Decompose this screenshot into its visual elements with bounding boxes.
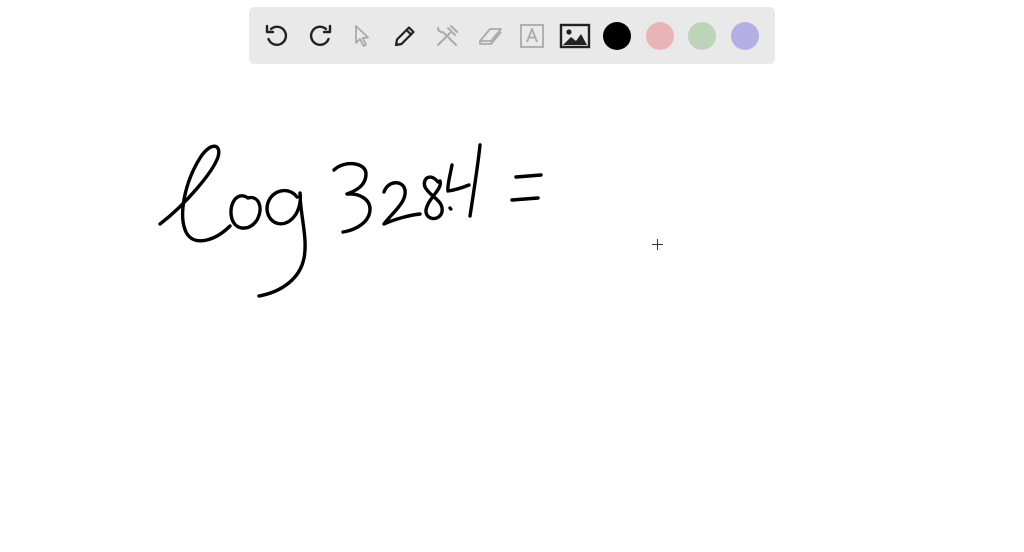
ink-letter-l (158, 144, 232, 243)
undo-button[interactable] (256, 14, 299, 58)
tools-button[interactable] (426, 14, 469, 58)
redo-icon (309, 24, 331, 46)
image-icon (559, 23, 590, 48)
eraser-icon (478, 27, 502, 45)
ink-letter-o (229, 194, 262, 230)
tools-icon (437, 24, 459, 46)
whiteboard-canvas[interactable] (0, 0, 1024, 552)
select-button[interactable] (341, 14, 384, 58)
ink-digit-4-stem (468, 143, 482, 218)
ink-digit-3 (332, 162, 372, 234)
ink-digit-2 (382, 181, 422, 226)
ink-digit-8 (422, 175, 444, 221)
color-green-button[interactable] (681, 14, 724, 58)
ink-letter-g (257, 188, 307, 298)
color-swatch-black (603, 21, 632, 50)
ink-dot (448, 206, 453, 211)
pen-icon (394, 25, 415, 46)
select-pointer-icon (355, 24, 370, 47)
color-swatch-green (688, 21, 717, 50)
redo-button[interactable] (299, 14, 342, 58)
pen-button[interactable] (384, 14, 427, 58)
ink-equals-bottom (510, 196, 540, 202)
ink-digit-4 (446, 163, 471, 193)
color-red-button[interactable] (639, 14, 682, 58)
drawing-toolbar (249, 7, 775, 64)
color-purple-button[interactable] (724, 14, 767, 58)
text-button[interactable] (511, 14, 554, 58)
text-box-icon (520, 23, 545, 48)
undo-icon (266, 24, 288, 46)
eraser-button[interactable] (469, 14, 512, 58)
color-swatch-red (645, 21, 674, 50)
crosshair-cursor-icon (652, 239, 663, 250)
color-swatch-purple (730, 21, 759, 50)
image-button[interactable] (554, 14, 597, 58)
handwritten-expression (158, 143, 543, 298)
color-black-button[interactable] (596, 14, 639, 58)
ink-equals-top (514, 173, 543, 179)
